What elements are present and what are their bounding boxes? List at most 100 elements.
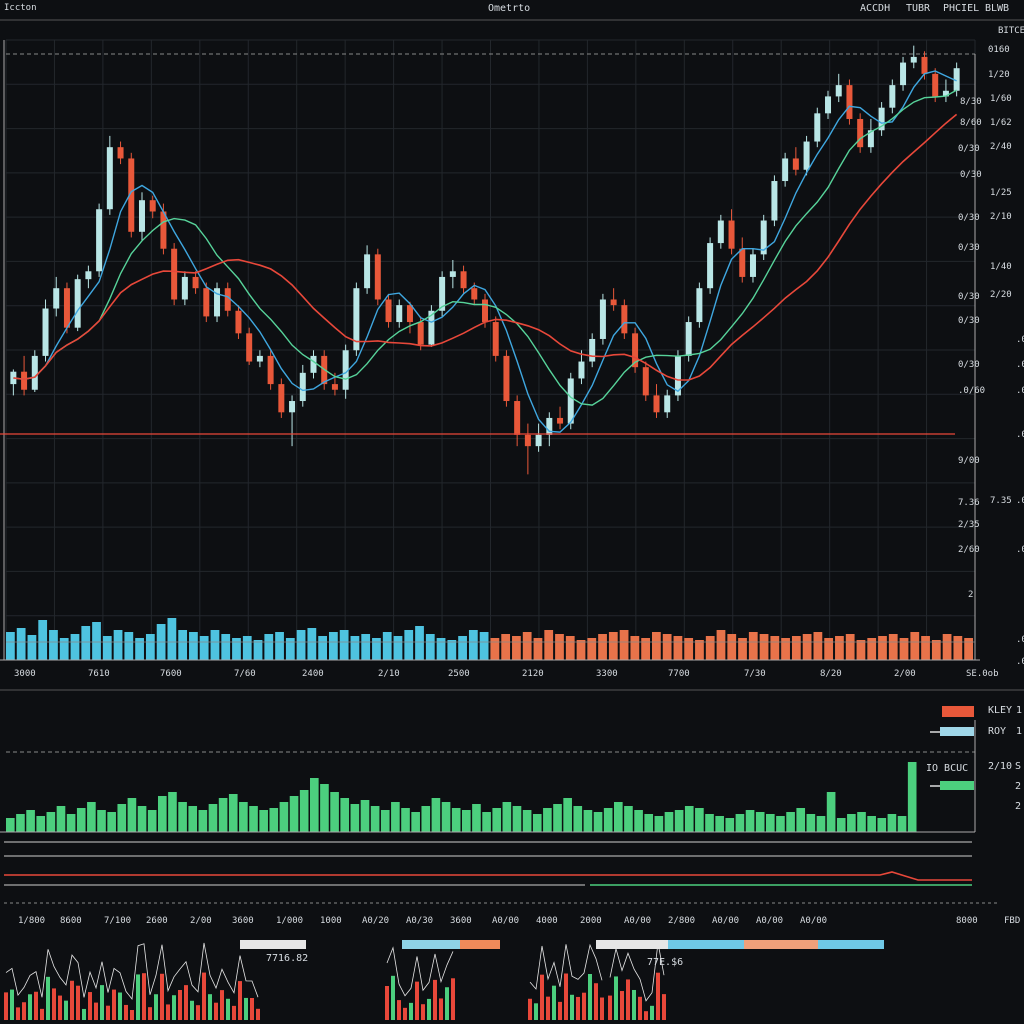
mini-left-bar [226, 998, 230, 1020]
mini-right-red-bar [588, 973, 592, 1020]
mini-right-bar [608, 995, 612, 1020]
price-marker-label: 8/60 [960, 118, 982, 128]
osc-bar [664, 812, 674, 832]
candle-body [460, 271, 467, 289]
volume-bar [716, 630, 726, 660]
candle-body [364, 254, 371, 289]
price-marker-label: .0/60 [958, 386, 986, 396]
candle-body [471, 288, 478, 300]
price-axis-label: 1/20 [988, 70, 1010, 80]
mini-left-bar [124, 1004, 128, 1020]
volume-bar [576, 640, 586, 660]
osc-bar [269, 808, 279, 832]
osc-bar [543, 808, 552, 832]
candle-body [149, 200, 156, 212]
osc-bar [26, 810, 35, 832]
volume-bar [544, 630, 554, 660]
x-axis-lower-label: 2600 [146, 916, 168, 926]
candle-body [449, 271, 456, 277]
price-marker-label: 8/30 [960, 97, 982, 107]
mini-tab-mid-blue[interactable] [402, 940, 460, 949]
osc-bar [421, 806, 431, 832]
mini-left-bar [94, 1002, 98, 1020]
volume-bar [49, 630, 58, 660]
x-axis-lower-label: 8600 [60, 916, 82, 926]
osc-bar [897, 816, 907, 832]
x-axis-lower-label: 1/800 [18, 916, 46, 926]
price-marker-label: 9/00 [958, 456, 980, 466]
candle-body [557, 417, 564, 424]
price-axis-label: .0 [1016, 545, 1024, 555]
mini-tab-right-blue2[interactable] [818, 940, 884, 949]
mini-right-bar [626, 979, 630, 1020]
mini-left-bar [208, 994, 212, 1020]
volume-bar [813, 632, 823, 660]
legend-item-kley[interactable]: KLEY [988, 705, 1012, 716]
volume-bar [232, 638, 241, 660]
legend-item-roy[interactable]: ROY [988, 726, 1006, 737]
x-axis-lower-label: A0/00 [712, 916, 740, 926]
x-axis-main-label: 2400 [302, 669, 324, 679]
volume-bar [199, 636, 209, 660]
mini-mid-bar [385, 986, 389, 1020]
volume-bar [630, 636, 640, 660]
mini-left-bar [16, 1007, 20, 1020]
mini-left-value: 7716.82 [266, 953, 309, 964]
price-axis-label: 2/20 [990, 290, 1012, 300]
mini-mid-bar [439, 998, 443, 1020]
osc-bar [6, 818, 15, 832]
volume-bar [835, 636, 844, 660]
mini-tab-right-blue[interactable] [668, 940, 744, 949]
volume-bar [770, 636, 780, 660]
mini-left-bar [58, 995, 62, 1020]
price-axis-label: 1/40 [990, 262, 1012, 272]
osc-swatch-green [940, 781, 974, 790]
osc-bar [482, 812, 491, 832]
mini-tab-right-white[interactable] [596, 940, 668, 949]
volume-bar [856, 640, 866, 660]
volume-bar [738, 638, 747, 660]
mini-left-bar [100, 985, 104, 1020]
candle-body [192, 276, 199, 289]
main-chart-canvas[interactable] [0, 0, 1024, 1024]
osc-bar [695, 808, 704, 832]
osc-bar [441, 802, 451, 832]
mini-left-bar [244, 997, 248, 1020]
mini-left-bar [154, 994, 158, 1020]
osc-bar [472, 804, 481, 832]
mini-left-bar [70, 980, 74, 1020]
volume-bar [931, 640, 941, 660]
mini-left-bar [172, 995, 176, 1020]
candle-body [717, 220, 724, 244]
x-axis-lower-label: 2/00 [190, 916, 212, 926]
volume-bar [329, 632, 338, 660]
volume-bar [81, 626, 91, 660]
mini-mid-bar [391, 975, 395, 1020]
mini-tab-mid-orange[interactable] [460, 940, 500, 949]
mini-tab-left[interactable] [240, 940, 306, 949]
mini-left-bar [10, 989, 14, 1020]
volume-bar [436, 638, 446, 660]
candle-body [171, 248, 178, 300]
x-axis-main-label: 3000 [14, 669, 36, 679]
price-marker-label: 2/35 [958, 520, 980, 530]
mini-left-bar [130, 1009, 134, 1020]
mini-mid-bar [445, 987, 449, 1020]
volume-bar [565, 636, 575, 660]
candle-body [482, 299, 488, 323]
candle-body [406, 305, 413, 323]
volume-bar [662, 634, 672, 660]
volume-bar [372, 638, 381, 660]
volume-bar [888, 634, 898, 660]
x-axis-lower-label: 3600 [232, 916, 254, 926]
volume-bar [468, 630, 478, 660]
volume-bar [490, 638, 500, 660]
mini-tab-right-orange[interactable] [744, 940, 818, 949]
osc-bar [299, 790, 309, 832]
mini-left-bar [148, 1007, 152, 1020]
mini-right-line [609, 942, 665, 1002]
volume-bar [253, 640, 263, 660]
volume-bar [791, 636, 801, 660]
mini-left-bar [82, 1008, 86, 1020]
mini-left-bar [4, 992, 8, 1020]
